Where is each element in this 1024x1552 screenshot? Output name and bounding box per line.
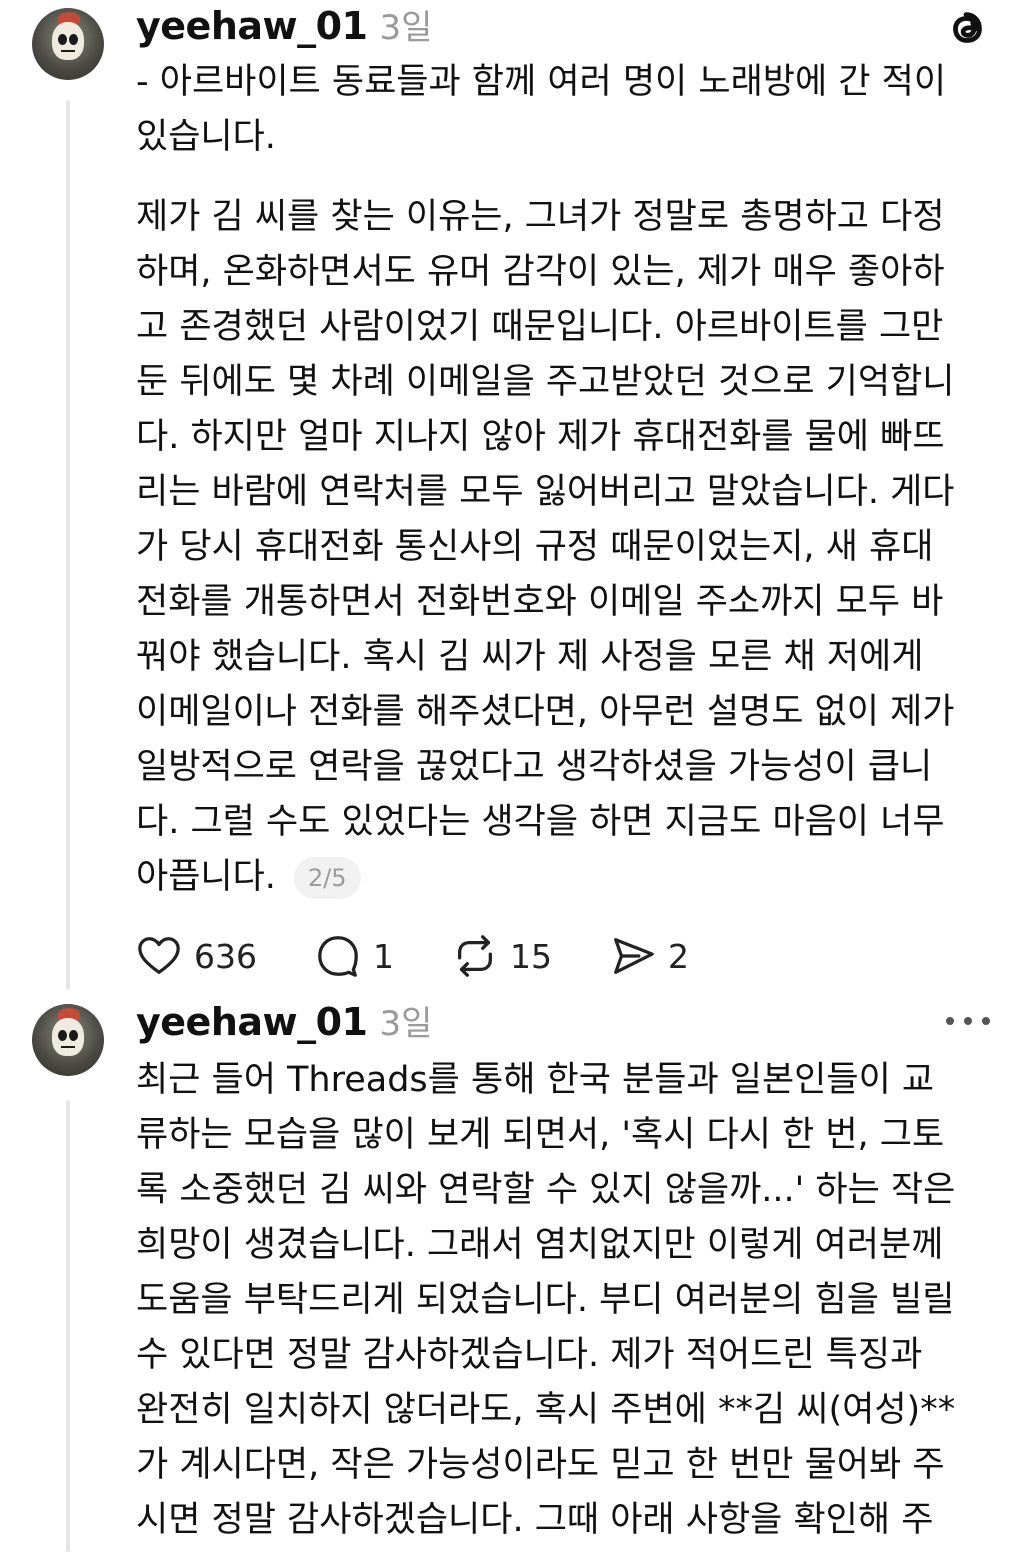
share-count: 2: [668, 936, 689, 976]
comment-icon: [318, 936, 358, 977]
reply-button[interactable]: 1: [315, 933, 394, 979]
heart-icon: [138, 937, 180, 974]
post-body-text: 제가 김 씨를 찾는 이유는, 그녀가 정말로 총명하고 다정 하며, 온화하면…: [136, 197, 955, 897]
username[interactable]: yeehaw_01: [136, 1000, 368, 1044]
like-count: 636: [194, 936, 257, 976]
threads-logo-icon[interactable]: [944, 6, 990, 52]
timestamp: 3일: [379, 1004, 433, 1044]
timestamp: 3일: [379, 8, 433, 48]
repost-button[interactable]: 15: [452, 933, 552, 979]
like-button[interactable]: 636: [136, 933, 257, 979]
share-button[interactable]: 2: [610, 933, 689, 979]
repost-icon: [458, 935, 492, 977]
avatar[interactable]: [32, 1004, 104, 1076]
post-text-intro: - 아르바이트 동료들과 함께 여러 명이 노래방에 간 적이 있습니다.: [136, 62, 947, 157]
post-header: yeehaw_01 3일: [136, 0, 432, 49]
send-icon: [614, 938, 654, 974]
post-text: 최근 들어 Threads를 통해 한국 분들과 일본인들이 교 류하는 모습을…: [136, 1060, 956, 1540]
avatar[interactable]: [32, 8, 104, 80]
reply-count: 1: [373, 936, 394, 976]
thread-line: [66, 1100, 70, 1552]
post-text-body: 제가 김 씨를 찾는 이유는, 그녀가 정말로 총명하고 다정 하며, 온화하면…: [136, 190, 996, 905]
repost-count: 15: [510, 936, 552, 976]
page-indicator-badge[interactable]: 2/5: [293, 857, 361, 899]
username[interactable]: yeehaw_01: [136, 4, 368, 48]
avatar-face: [52, 22, 84, 60]
post-actions: 636 1 15 2: [136, 928, 747, 984]
post-header: yeehaw_01 3일: [136, 996, 432, 1045]
more-icon[interactable]: [946, 1006, 990, 1036]
avatar-face: [52, 1018, 84, 1056]
thread-line: [66, 100, 70, 990]
